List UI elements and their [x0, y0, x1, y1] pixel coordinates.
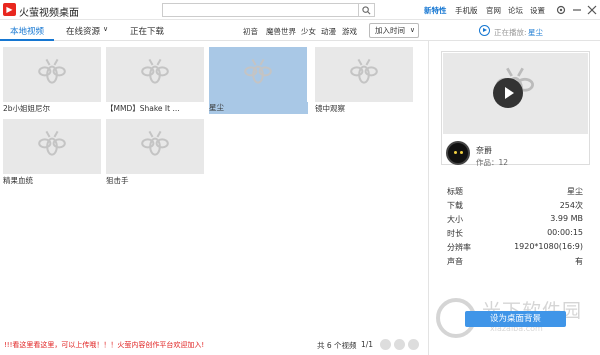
video-thumbnail[interactable] — [209, 47, 307, 102]
info-value-size: 3.99 MB — [550, 214, 583, 223]
prev-page-button[interactable] — [380, 339, 391, 350]
sort-label: 加入时间 — [375, 26, 405, 35]
sort-dropdown[interactable]: 加入时间 ∨ — [369, 23, 419, 38]
info-label-duration: 时长 — [447, 229, 463, 238]
info-label-sound: 声音 — [447, 257, 463, 266]
info-label-title: 标题 — [447, 187, 463, 196]
category-item[interactable]: 游戏 — [342, 26, 357, 37]
tab-local-videos[interactable]: 本地视频 — [10, 25, 44, 37]
avatar[interactable] — [446, 141, 470, 165]
info-label-resolution: 分辨率 — [447, 243, 471, 252]
page-indicator: 1/1 — [361, 340, 374, 349]
video-title[interactable]: 星尘 — [209, 102, 308, 114]
nav-mobile[interactable]: 手机版 — [455, 5, 478, 16]
panel-divider — [428, 41, 429, 355]
video-thumbnail[interactable] — [3, 47, 101, 102]
search-input[interactable] — [162, 3, 359, 17]
video-title[interactable]: 【MMD】Shake It ... — [106, 103, 204, 114]
title-bar: ▶ 火萤视频桌面 新特性 手机版 官网 论坛 设置 — [0, 0, 600, 20]
now-playing-icon — [479, 25, 490, 36]
firefly-placeholder-icon — [141, 58, 169, 84]
upload-notice[interactable]: !!!看这里看这里，可以上传哦！！！火萤内容创作平台欢迎加入! — [4, 340, 204, 350]
info-value-sound: 有 — [575, 257, 583, 266]
next-page-button[interactable] — [394, 339, 405, 350]
minimize-icon[interactable] — [571, 4, 583, 16]
active-tab-indicator — [0, 39, 54, 41]
chevron-down-icon: ∨ — [409, 26, 415, 34]
chevron-down-icon[interactable]: ∨ — [103, 25, 108, 33]
video-count: 共 6 个视频 — [317, 341, 357, 350]
set-wallpaper-button[interactable]: 设为桌面背景 — [465, 311, 566, 327]
now-playing-title[interactable]: 星尘 — [528, 27, 543, 38]
video-thumbnail[interactable] — [106, 47, 204, 102]
nav-new-features[interactable]: 新特性 — [424, 5, 447, 16]
category-item[interactable]: 少女 — [301, 26, 316, 37]
nav-settings[interactable]: 设置 — [530, 5, 545, 16]
video-thumbnail[interactable] — [106, 119, 204, 174]
category-item[interactable]: 动漫 — [321, 26, 336, 37]
tab-online-resources[interactable]: 在线资源 — [66, 25, 100, 37]
video-title[interactable]: 2b小姐姐尼尔 — [3, 103, 101, 114]
gear-icon[interactable] — [555, 4, 567, 16]
info-value-duration: 00:00:15 — [547, 228, 583, 237]
category-item[interactable]: 魔兽世界 — [266, 26, 296, 37]
info-value-downloads: 254次 — [559, 201, 583, 210]
search-icon — [362, 6, 371, 15]
app-title: 火萤视频桌面 — [19, 8, 79, 19]
works-count: 作品：12 — [476, 158, 509, 167]
info-value-title: 星尘 — [567, 187, 583, 196]
nav-website[interactable]: 官网 — [486, 5, 501, 16]
firefly-placeholder-icon — [38, 130, 66, 156]
info-value-resolution: 1920*1080(16:9) — [514, 242, 583, 251]
firefly-placeholder-icon — [244, 58, 272, 84]
video-title[interactable]: 狙击手 — [106, 175, 204, 186]
author-name[interactable]: 奈爵 — [476, 145, 492, 156]
firefly-placeholder-icon — [350, 58, 378, 84]
info-label-downloads: 下载 — [447, 201, 463, 210]
video-title[interactable]: 镜中观察 — [315, 103, 413, 114]
tab-downloading[interactable]: 正在下载 — [130, 25, 164, 37]
category-item[interactable]: 初音 — [243, 26, 258, 37]
app-logo-icon: ▶ — [3, 3, 16, 16]
firefly-placeholder-icon — [141, 130, 169, 156]
search-button[interactable] — [359, 3, 375, 17]
video-thumbnail[interactable] — [315, 47, 413, 102]
play-button[interactable] — [493, 78, 523, 108]
last-page-button[interactable] — [408, 339, 419, 350]
firefly-placeholder-icon — [38, 58, 66, 84]
video-title[interactable]: 精果血统 — [3, 175, 101, 186]
now-playing-label: 正在播放: — [494, 28, 527, 37]
nav-forum[interactable]: 论坛 — [508, 5, 523, 16]
close-icon[interactable] — [586, 4, 598, 16]
video-thumbnail[interactable] — [3, 119, 101, 174]
info-label-size: 大小 — [447, 215, 463, 224]
